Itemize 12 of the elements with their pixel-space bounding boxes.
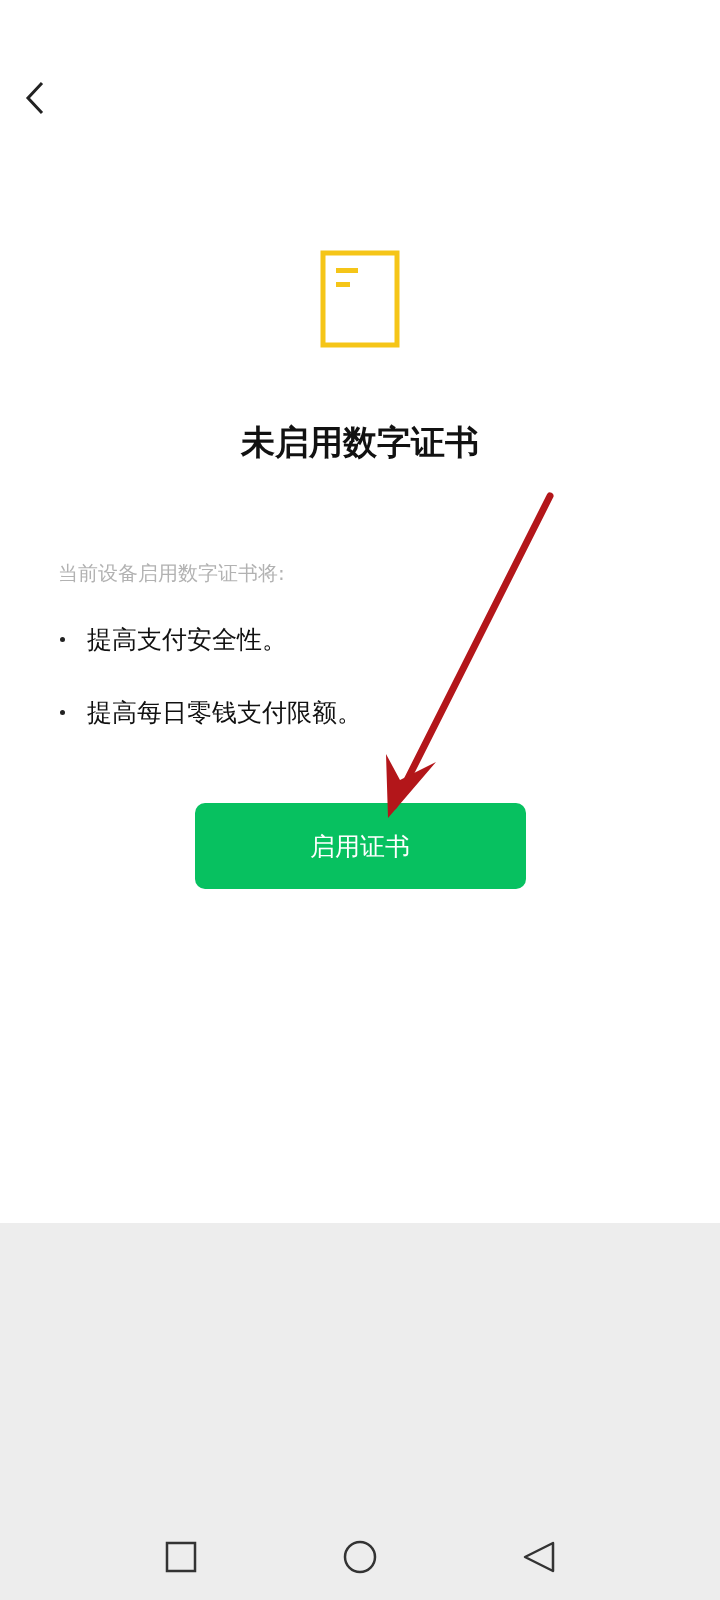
back-button[interactable]	[24, 80, 46, 116]
recent-apps-icon[interactable]	[164, 1540, 198, 1574]
benefit-text: 提高支付安全性。	[87, 624, 287, 656]
home-icon[interactable]	[343, 1540, 377, 1574]
bullet-icon	[60, 637, 65, 642]
enable-certificate-button[interactable]: 启用证书	[194, 803, 526, 889]
page-title: 未启用数字证书	[241, 421, 479, 464]
back-icon[interactable]	[522, 1540, 556, 1574]
bullet-icon	[60, 710, 65, 715]
benefit-text: 提高每日零钱支付限额。	[87, 697, 362, 729]
document-icon	[320, 250, 400, 348]
intro-text: 当前设备启用数字证书将:	[58, 560, 285, 587]
